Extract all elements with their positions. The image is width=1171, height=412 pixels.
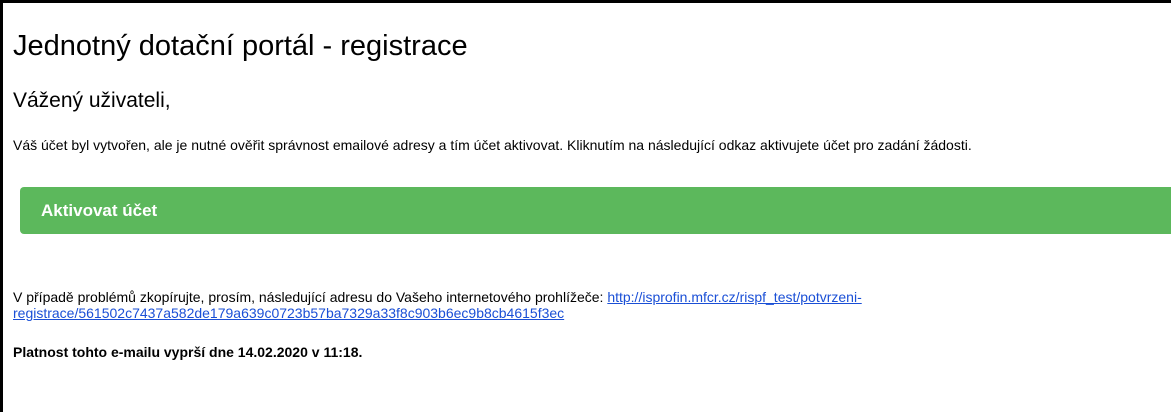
- intro-text: Váš účet byl vytvořen, ale je nutné ověř…: [13, 137, 972, 153]
- greeting-text: Vážený uživateli,: [13, 89, 171, 112]
- email-frame: Jednotný dotační portál - registrace Váž…: [0, 0, 1171, 412]
- problem-instructions: V případě problémů zkopírujte, prosím, n…: [13, 289, 1153, 321]
- expiry-notice: Platnost tohto e-mailu vyprší dne 14.02.…: [13, 344, 363, 360]
- activation-link-line1: http://isprofin.mfcr.cz/rispf_test/potvr…: [607, 289, 862, 305]
- activation-link-line2: registrace/561502c7437a582de179a639c0723…: [13, 305, 565, 321]
- problem-text: V případě problémů zkopírujte, prosím, n…: [13, 289, 608, 305]
- activate-account-button[interactable]: Aktivovat účet: [20, 187, 1171, 234]
- page-title: Jednotný dotační portál - registrace: [13, 30, 468, 62]
